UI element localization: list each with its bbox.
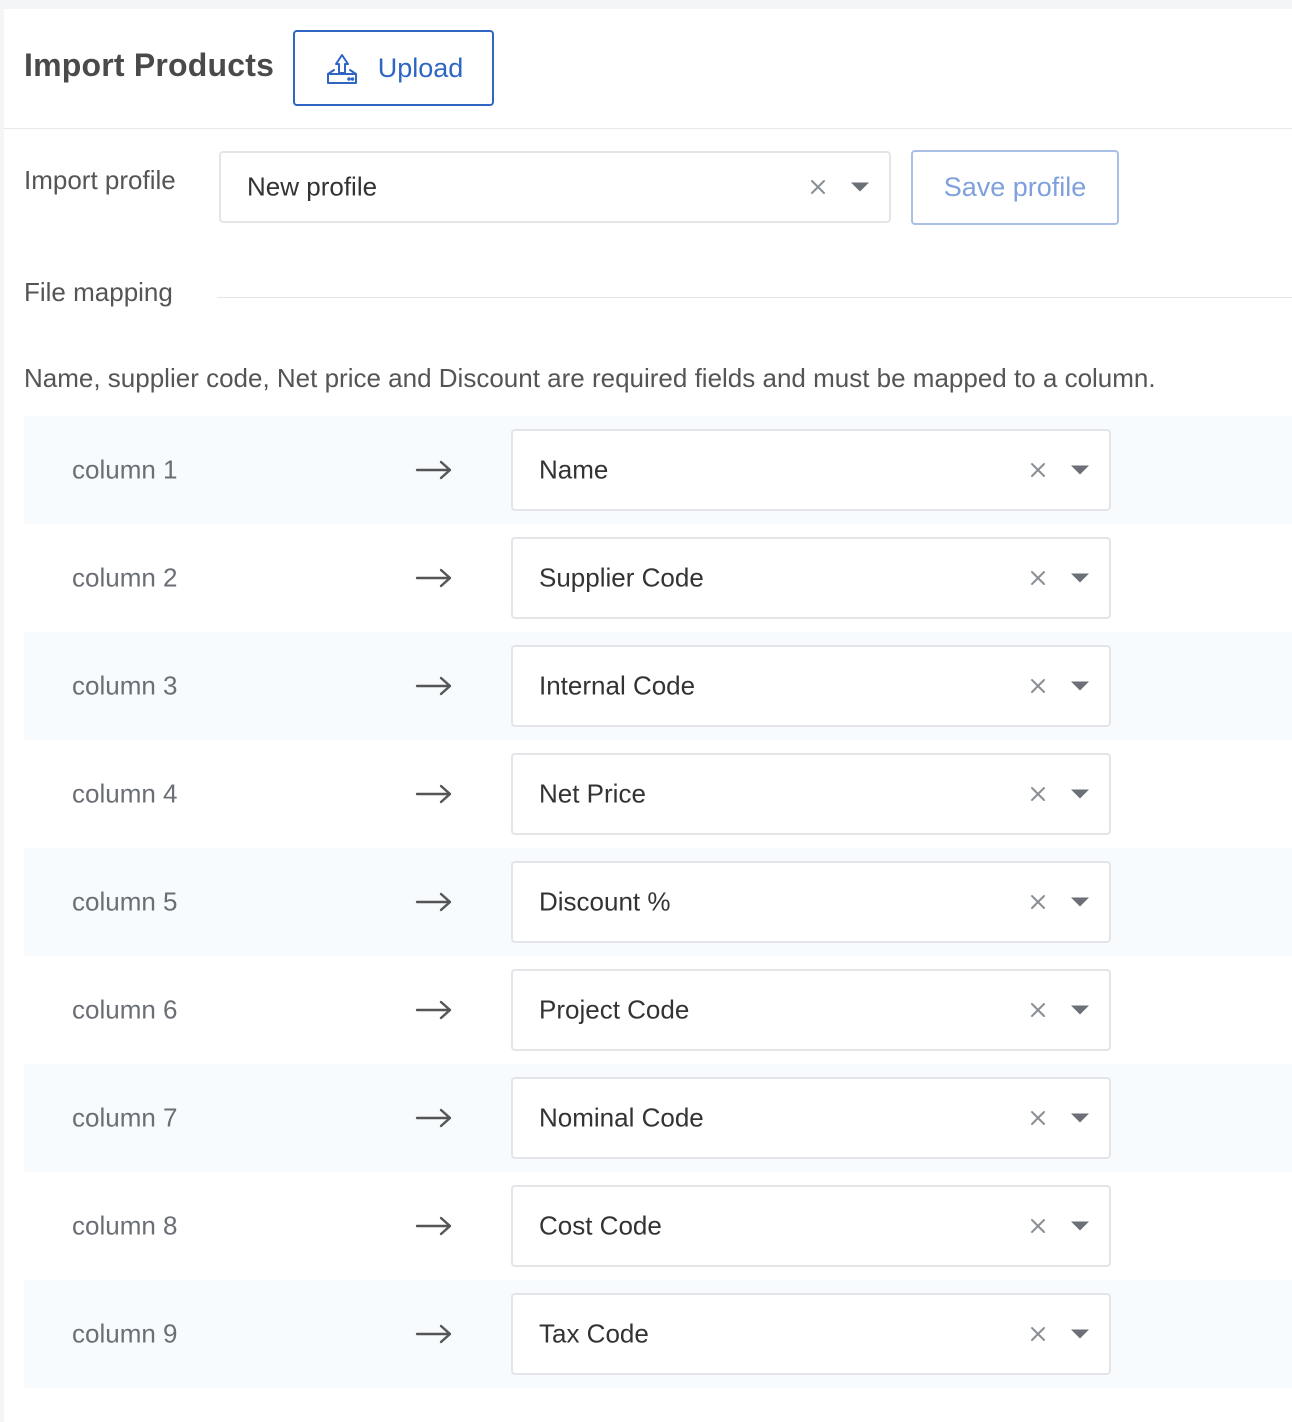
field-select-value: Project Code <box>539 994 690 1025</box>
import-profile-select[interactable]: New profile <box>219 151 891 223</box>
chevron-down-icon[interactable] <box>1071 1329 1089 1339</box>
upload-button[interactable]: Upload <box>293 30 494 106</box>
upload-icon <box>326 54 357 84</box>
mapping-rows: column 1 Name column 2 Supplier Code column … <box>24 416 1292 1388</box>
chevron-down-icon[interactable] <box>1071 897 1089 907</box>
import-profile-label: Import profile <box>24 165 176 195</box>
page-header: Import Products Upload <box>4 9 1292 129</box>
chevron-down-icon[interactable] <box>1071 681 1089 691</box>
field-select[interactable]: Supplier Code <box>511 537 1111 619</box>
source-column-label: column 9 <box>72 1318 178 1349</box>
chevron-down-icon[interactable] <box>1071 789 1089 799</box>
clear-icon[interactable] <box>1029 461 1047 479</box>
clear-icon[interactable] <box>1029 893 1047 911</box>
clear-icon[interactable] <box>1029 569 1047 587</box>
arrow-right-icon <box>415 1324 452 1344</box>
field-select-value: Nominal Code <box>539 1102 704 1133</box>
source-column-label: column 8 <box>72 1210 178 1241</box>
section-divider <box>217 297 1292 298</box>
arrow-right-icon <box>415 568 452 588</box>
file-mapping-title: File mapping <box>24 277 173 307</box>
source-column-label: column 5 <box>72 886 178 917</box>
source-column-label: column 4 <box>72 778 178 809</box>
arrow-right-icon <box>415 784 452 804</box>
arrow-right-icon <box>415 460 452 480</box>
field-select[interactable]: Project Code <box>511 969 1111 1051</box>
mapping-row: column 6 Project Code <box>24 956 1292 1064</box>
clear-icon[interactable] <box>1029 1109 1047 1127</box>
field-select[interactable]: Name <box>511 429 1111 511</box>
field-select[interactable]: Internal Code <box>511 645 1111 727</box>
field-select[interactable]: Nominal Code <box>511 1077 1111 1159</box>
arrow-right-icon <box>415 676 452 696</box>
arrow-right-icon <box>415 1000 452 1020</box>
required-fields-notice: Name, supplier code, Net price and Disco… <box>24 363 1156 393</box>
field-select[interactable]: Net Price <box>511 753 1111 835</box>
clear-icon[interactable] <box>1029 1325 1047 1343</box>
chevron-down-icon[interactable] <box>1071 573 1089 583</box>
chevron-down-icon[interactable] <box>1071 1221 1089 1231</box>
import-profile-value: New profile <box>247 171 378 202</box>
source-column-label: column 6 <box>72 994 178 1025</box>
import-products-panel: Import Products Upload Import profile Ne… <box>4 9 1292 1422</box>
mapping-row: column 4 Net Price <box>24 740 1292 848</box>
arrow-right-icon <box>415 1216 452 1236</box>
source-column-label: column 7 <box>72 1102 178 1133</box>
clear-icon[interactable] <box>1029 1001 1047 1019</box>
chevron-down-icon[interactable] <box>1071 1005 1089 1015</box>
chevron-down-icon[interactable] <box>1071 465 1089 475</box>
clear-icon[interactable] <box>1029 677 1047 695</box>
chevron-down-icon[interactable] <box>851 182 869 192</box>
field-select[interactable]: Tax Code <box>511 1293 1111 1375</box>
field-select-value: Cost Code <box>539 1210 662 1241</box>
save-profile-button[interactable]: Save profile <box>911 150 1119 225</box>
field-select[interactable]: Discount % <box>511 861 1111 943</box>
arrow-right-icon <box>415 892 452 912</box>
field-select-value: Tax Code <box>539 1318 649 1349</box>
field-select-value: Name <box>539 454 609 485</box>
source-column-label: column 2 <box>72 562 178 593</box>
mapping-row: column 3 Internal Code <box>24 632 1292 740</box>
clear-icon[interactable] <box>1029 785 1047 803</box>
source-column-label: column 1 <box>72 454 178 485</box>
mapping-row: column 5 Discount % <box>24 848 1292 956</box>
clear-icon[interactable] <box>809 178 827 196</box>
chevron-down-icon[interactable] <box>1071 1113 1089 1123</box>
arrow-right-icon <box>415 1108 452 1128</box>
field-select[interactable]: Cost Code <box>511 1185 1111 1267</box>
mapping-row: column 2 Supplier Code <box>24 524 1292 632</box>
mapping-row: column 9 Tax Code <box>24 1280 1292 1388</box>
mapping-row: column 8 Cost Code <box>24 1172 1292 1280</box>
source-column-label: column 3 <box>72 670 178 701</box>
upload-button-label: Upload <box>377 52 464 83</box>
clear-icon[interactable] <box>1029 1217 1047 1235</box>
field-select-value: Internal Code <box>539 670 696 701</box>
field-select-value: Supplier Code <box>539 562 704 593</box>
field-select-value: Discount % <box>539 886 671 917</box>
mapping-row: column 1 Name <box>24 416 1292 524</box>
mapping-row: column 7 Nominal Code <box>24 1064 1292 1172</box>
page-title: Import Products <box>24 47 275 83</box>
field-select-value: Net Price <box>539 778 646 809</box>
